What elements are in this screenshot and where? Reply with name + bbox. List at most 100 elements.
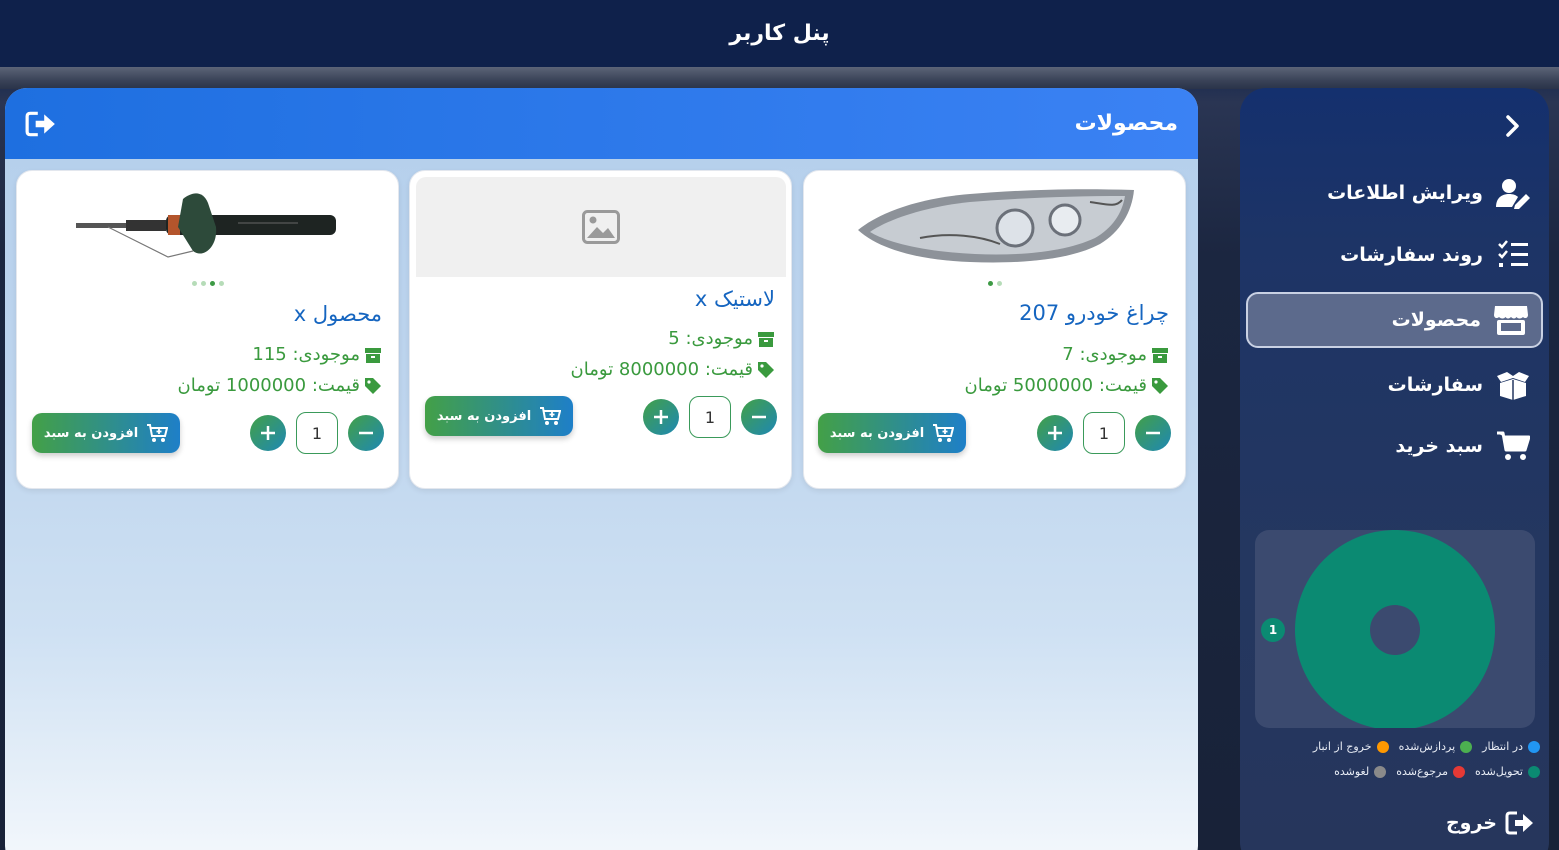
stock-label: موجودی: 115 (252, 344, 360, 365)
tag-icon (757, 361, 775, 379)
legend-label: مرجوع‌شده (1396, 765, 1448, 778)
sidebar-item-label: ویرایش اطلاعات (1327, 182, 1483, 204)
decrement-button[interactable] (1135, 415, 1171, 451)
add-to-cart-label: افزودن به سبد (829, 425, 925, 441)
cart-plus-icon (933, 424, 955, 442)
increment-button[interactable] (1037, 415, 1073, 451)
legend-item[interactable]: لغوشده (1334, 765, 1387, 778)
box-icon (364, 346, 382, 364)
sign-out-icon (25, 111, 55, 136)
minus-icon (1146, 431, 1160, 435)
quantity-stepper: 1 (250, 412, 384, 454)
chart-legend-row-1: در انتظار پردازش‌شده خروج از انبار (1250, 740, 1540, 753)
carousel-dot[interactable] (218, 281, 224, 286)
product-image[interactable] (23, 177, 393, 277)
increment-button[interactable] (250, 415, 286, 451)
legend-item[interactable]: پردازش‌شده (1399, 740, 1473, 753)
headlight-image (858, 189, 1134, 263)
legend-item[interactable]: تحویل‌شده (1475, 765, 1540, 778)
price-label: قیمت: 5000000 تومان (964, 375, 1147, 396)
legend-label: پردازش‌شده (1398, 740, 1456, 753)
legend-label: تحویل‌شده (1475, 765, 1523, 778)
add-to-cart-label: افزودن به سبد (436, 408, 532, 424)
legend-dot (1374, 765, 1387, 778)
sidebar-item-label: محصولات (1391, 309, 1481, 331)
decrement-button[interactable] (348, 415, 384, 451)
placeholder-image-icon (582, 210, 620, 244)
minus-icon (359, 431, 373, 435)
price-label: قیمت: 8000000 تومان (570, 359, 753, 380)
quantity-input[interactable]: 1 (689, 396, 731, 438)
add-to-cart-button[interactable]: افزودن به سبد (818, 413, 966, 453)
product-image[interactable] (810, 177, 1180, 277)
quantity-input[interactable]: 1 (1083, 412, 1125, 454)
plus-icon (654, 410, 668, 424)
chart-data-label: 1 (1261, 618, 1285, 642)
legend-dot (1453, 765, 1465, 778)
list-check-icon (1493, 235, 1533, 275)
legend-dot (1528, 765, 1540, 778)
legend-dot (1528, 740, 1540, 753)
product-price: قیمت: 5000000 تومان (965, 375, 1169, 396)
product-card: لاستیک x موجودی: 5 قیمت: 8000000 تومان 1… (409, 170, 792, 489)
carousel-dot[interactable] (996, 281, 1002, 286)
increment-button[interactable] (643, 399, 679, 435)
sidebar: ویرایش اطلاعات روند سفارشات محصولات سفار… (1240, 88, 1549, 850)
sign-out-icon (1505, 810, 1535, 836)
minus-icon (752, 415, 766, 419)
carousel-dot[interactable] (987, 281, 993, 286)
sidebar-item-orders[interactable]: سفارشات (1246, 357, 1543, 413)
product-image[interactable] (416, 177, 786, 277)
box-icon (1151, 346, 1169, 364)
sidebar-item-cart[interactable]: سبد خرید (1246, 418, 1543, 474)
add-to-cart-button[interactable]: افزودن به سبد (32, 413, 180, 453)
sidebar-item-order-process[interactable]: روند سفارشات (1246, 227, 1543, 283)
sidebar-item-edit-profile[interactable]: ویرایش اطلاعات (1246, 165, 1543, 221)
panel-header: محصولات (5, 88, 1198, 159)
product-stock: موجودی: 115 (252, 344, 382, 365)
decrement-button[interactable] (741, 399, 777, 435)
exit-button[interactable] (25, 110, 57, 138)
image-carousel-dots (804, 281, 1185, 286)
plus-icon (1048, 426, 1062, 440)
sidebar-item-label: سفارشات (1387, 374, 1483, 396)
legend-dot (1376, 740, 1389, 753)
product-stock: موجودی: 5 (668, 328, 775, 349)
panel-title: محصولات (1074, 111, 1178, 136)
logout-label: خروج (1445, 812, 1497, 834)
add-to-cart-label: افزودن به سبد (43, 425, 139, 441)
product-title[interactable]: لاستیک x (695, 287, 775, 311)
store-icon (1491, 300, 1531, 340)
quantity-stepper: 1 (1037, 412, 1171, 454)
logout-button[interactable]: خروج (1446, 810, 1535, 836)
legend-item[interactable]: مرجوع‌شده (1396, 765, 1465, 778)
sidebar-item-products[interactable]: محصولات (1246, 292, 1543, 348)
product-stock: موجودی: 7 (1062, 344, 1169, 365)
order-status-chart: 1 (1255, 530, 1535, 728)
legend-item[interactable]: در انتظار (1482, 740, 1540, 753)
quantity-input[interactable]: 1 (296, 412, 338, 454)
product-card: چراغ خودرو 207 موجودی: 7 قیمت: 5000000 ت… (803, 170, 1186, 489)
product-title[interactable]: چراغ خودرو 207 (1019, 301, 1169, 325)
top-bar: پنل کاربر (0, 0, 1559, 67)
product-price: قیمت: 8000000 تومان (571, 359, 775, 380)
cart-plus-icon (147, 424, 169, 442)
tag-icon (364, 377, 382, 395)
sidebar-item-label: روند سفارشات (1340, 244, 1483, 266)
product-price: قیمت: 1000000 تومان (178, 375, 382, 396)
carousel-dot[interactable] (200, 281, 206, 286)
tag-icon (1151, 377, 1169, 395)
user-edit-icon (1493, 173, 1533, 213)
carousel-dot[interactable] (209, 281, 215, 286)
shock-absorber-image (76, 193, 336, 258)
chevron-right-icon[interactable] (1499, 112, 1527, 140)
product-title[interactable]: محصول x (294, 302, 382, 326)
top-strip (0, 67, 1559, 89)
add-to-cart-button[interactable]: افزودن به سبد (425, 396, 573, 436)
sidebar-item-label: سبد خرید (1395, 435, 1483, 457)
plus-icon (261, 426, 275, 440)
stock-label: موجودی: 5 (668, 328, 753, 349)
carousel-dot[interactable] (191, 281, 197, 286)
donut-slice-3[interactable] (1295, 530, 1495, 728)
legend-item[interactable]: خروج از انبار (1313, 740, 1389, 753)
